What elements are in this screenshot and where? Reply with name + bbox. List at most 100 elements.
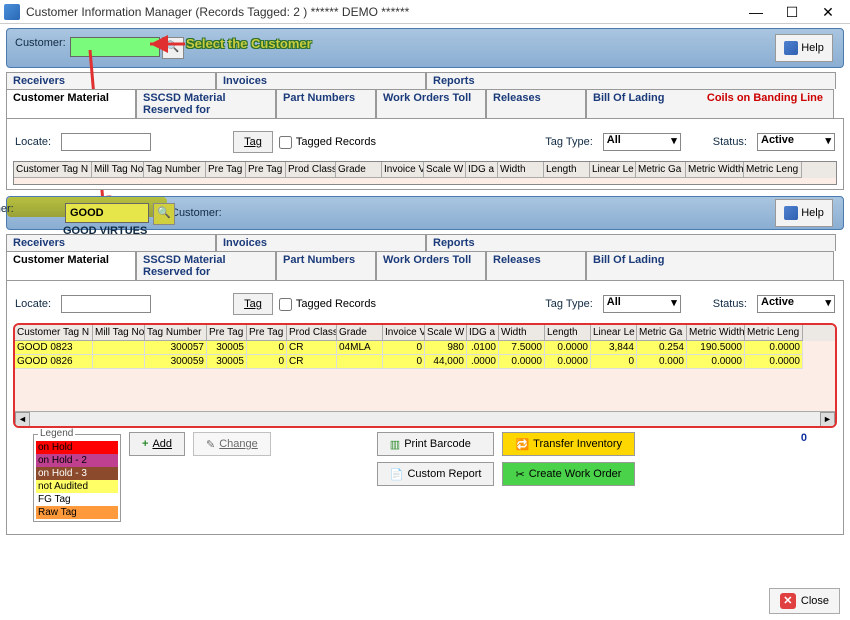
tab-bill-of-lading[interactable]: Bill Of Lading Coils on Banding Line (586, 89, 834, 118)
col-metric-ga-b[interactable]: Metric Ga (637, 325, 687, 341)
tab-invoices[interactable]: Invoices (216, 72, 426, 89)
tab-sscsd-reserved[interactable]: SSCSD Material Reserved for (136, 89, 276, 118)
tab-customer-material-b[interactable]: Customer Material (6, 251, 136, 280)
custom-report-button[interactable]: 📄 Custom Report (377, 462, 495, 486)
tagged-records-checkbox-top[interactable]: Tagged Records (279, 136, 376, 149)
col-metric-ga[interactable]: Metric Ga (636, 162, 686, 178)
tab-bill-of-lading-b[interactable]: Bill Of Lading (586, 251, 834, 280)
magnifier-icon: 🔍 (157, 207, 171, 219)
col-prod-class-b[interactable]: Prod Class (287, 325, 337, 341)
col-pre-tag-1[interactable]: Pre Tag (206, 162, 246, 178)
barcode-icon: ▥ (390, 438, 400, 451)
tagged-records-check-b[interactable] (279, 298, 292, 311)
col-invoice[interactable]: Invoice V (382, 162, 424, 178)
grid-hscroll[interactable]: ◄ ► (15, 411, 835, 426)
col-length-b[interactable]: Length (545, 325, 591, 341)
locate-input-top[interactable] (61, 133, 151, 151)
window-title: Customer Information Manager (Records Ta… (26, 5, 738, 19)
col-pre-tag-2[interactable]: Pre Tag (246, 162, 286, 178)
tab-releases-b[interactable]: Releases (486, 251, 586, 280)
change-button[interactable]: ✎ Change (193, 432, 271, 456)
tagged-records-checkbox-bottom[interactable]: Tagged Records (279, 298, 376, 311)
tab-sscsd-reserved-b[interactable]: SSCSD Material Reserved for (136, 251, 276, 280)
transfer-inventory-button[interactable]: 🔁 Transfer Inventory (502, 432, 635, 456)
col-metric-length-b[interactable]: Metric Leng (745, 325, 803, 341)
footer: ✕ Close (769, 588, 840, 614)
help-button-top[interactable]: Help (775, 34, 833, 62)
create-work-order-button[interactable]: ✂ Create Work Order (502, 462, 635, 486)
col-width-b[interactable]: Width (499, 325, 545, 341)
col-scale-w-b[interactable]: Scale W (425, 325, 467, 341)
tabs-primary-top: Receivers Invoices Reports (6, 72, 844, 89)
locate-input-bottom[interactable] (61, 295, 151, 313)
tab-releases[interactable]: Releases (486, 89, 586, 118)
tab-part-numbers[interactable]: Part Numbers (276, 89, 376, 118)
col-prod-class[interactable]: Prod Class (286, 162, 336, 178)
status-select-top[interactable]: Active (757, 133, 835, 151)
tabs-secondary-top: Customer Material SSCSD Material Reserve… (6, 89, 844, 118)
col-tag-number-b[interactable]: Tag Number (145, 325, 207, 341)
col-metric-length[interactable]: Metric Leng (744, 162, 802, 178)
tab-customer-material[interactable]: Customer Material (6, 89, 136, 118)
close-button[interactable]: ✕ Close (769, 588, 840, 614)
col-pre-tag-1-b[interactable]: Pre Tag (207, 325, 247, 341)
customer-input-bottom[interactable] (65, 203, 149, 223)
section-bottom: Locate: Tag Tagged Records Tag Type: All… (6, 280, 844, 535)
tab-work-orders-toll-b[interactable]: Work Orders Toll (376, 251, 486, 280)
help-button-bottom[interactable]: Help (775, 199, 833, 227)
grid-header-bottom: Customer Tag N Mill Tag No Tag Number Pr… (15, 325, 835, 341)
help-label: Help (801, 207, 824, 219)
col-invoice-b[interactable]: Invoice V (383, 325, 425, 341)
col-mill-tag[interactable]: Mill Tag No (92, 162, 144, 178)
col-metric-width-b[interactable]: Metric Width (687, 325, 745, 341)
tab-reports-b[interactable]: Reports (426, 234, 836, 251)
col-grade[interactable]: Grade (336, 162, 382, 178)
customer-search-pane-top: Customer: 🔍 Help (6, 28, 844, 68)
scroll-right-icon[interactable]: ► (820, 412, 835, 427)
col-width[interactable]: Width (498, 162, 544, 178)
tagged-records-check[interactable] (279, 136, 292, 149)
print-barcode-button[interactable]: ▥ Print Barcode (377, 432, 495, 456)
add-button[interactable]: + Add (129, 432, 185, 456)
col-tag-number[interactable]: Tag Number (144, 162, 206, 178)
tab-reports[interactable]: Reports (426, 72, 836, 89)
legend-raw-tag: Raw Tag (36, 506, 118, 519)
customer-label-b-inline: Customer: (167, 197, 226, 229)
tag-button-top[interactable]: Tag (233, 131, 273, 153)
col-mill-tag-b[interactable]: Mill Tag No (93, 325, 145, 341)
tab-invoices-b[interactable]: Invoices (216, 234, 426, 251)
tag-type-select-top[interactable]: All (603, 133, 681, 151)
col-customer-tag[interactable]: Customer Tag N (14, 162, 92, 178)
scroll-left-icon[interactable]: ◄ (15, 412, 30, 427)
col-linear[interactable]: Linear Le (590, 162, 636, 178)
col-length[interactable]: Length (544, 162, 590, 178)
tab-receivers[interactable]: Receivers (6, 72, 216, 89)
customer-search-button-top[interactable]: 🔍 (162, 37, 184, 59)
tag-button-bottom[interactable]: Tag (233, 293, 273, 315)
col-customer-tag-b[interactable]: Customer Tag N (15, 325, 93, 341)
legend-not-audited: not Audited (36, 480, 118, 493)
tag-type-select-bottom[interactable]: All (603, 295, 681, 313)
customer-name-display: GOOD VIRTUES (63, 225, 147, 237)
col-idg-b[interactable]: IDG a (467, 325, 499, 341)
tab-part-numbers-b[interactable]: Part Numbers (276, 251, 376, 280)
close-window-button[interactable]: ✕ (810, 1, 846, 23)
customer-search-button-bottom[interactable]: 🔍 (153, 203, 175, 225)
tab-work-orders-toll[interactable]: Work Orders Toll (376, 89, 486, 118)
customer-input-top[interactable] (70, 37, 160, 57)
scissors-icon: ✂ (515, 468, 524, 481)
table-row[interactable]: GOOD 0823 300057 30005 0 CR 04MLA 0 980 … (15, 341, 835, 355)
minimize-button[interactable]: — (738, 1, 774, 23)
table-row[interactable]: GOOD 0826 300059 30005 0 CR 0 44,000 .00… (15, 355, 835, 369)
col-idg[interactable]: IDG a (466, 162, 498, 178)
col-scale-w[interactable]: Scale W (424, 162, 466, 178)
book-icon (784, 41, 798, 55)
col-pre-tag-2-b[interactable]: Pre Tag (247, 325, 287, 341)
col-grade-b[interactable]: Grade (337, 325, 383, 341)
maximize-button[interactable]: ☐ (774, 1, 810, 23)
app-icon (4, 4, 20, 20)
col-linear-b[interactable]: Linear Le (591, 325, 637, 341)
status-select-bottom[interactable]: Active (757, 295, 835, 313)
col-metric-width[interactable]: Metric Width (686, 162, 744, 178)
legend-on-hold-3: on Hold - 3 (36, 467, 118, 480)
